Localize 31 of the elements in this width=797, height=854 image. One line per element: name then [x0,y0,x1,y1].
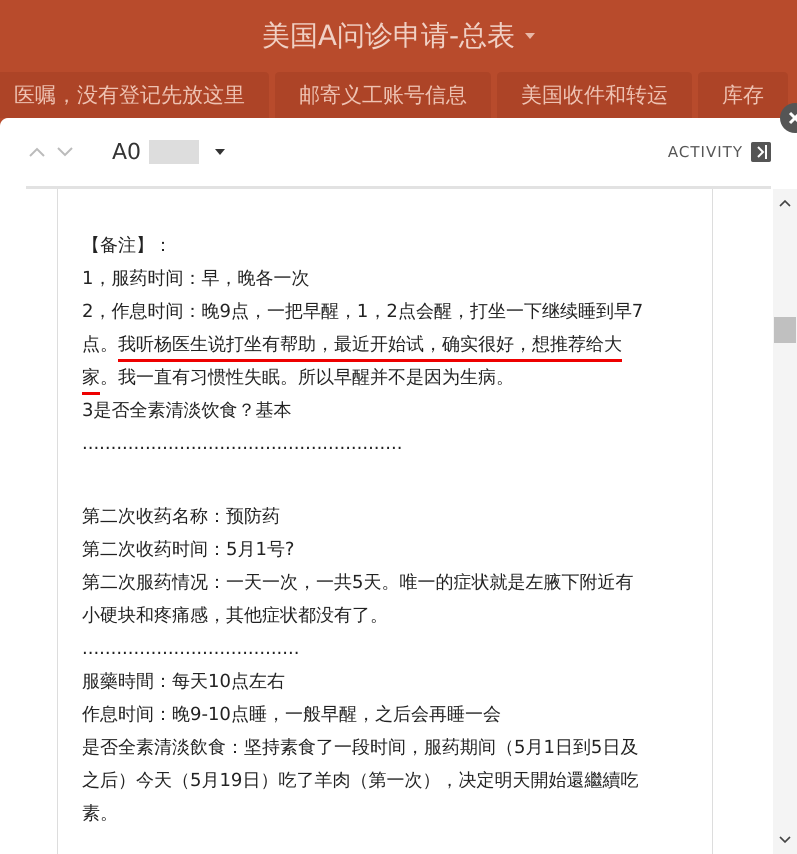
scroll-up-icon[interactable] [779,199,791,207]
panel-toggle-icon[interactable] [751,142,771,162]
caret-icon[interactable] [215,149,226,155]
redacted-block [149,140,200,164]
activity-button[interactable]: ACTIVITY [668,143,743,161]
note-line: 之后）今天（5月19日）吃了羊肉（第一次），决定明天開始還繼續吃 [82,769,640,793]
scrollbar[interactable] [773,189,797,854]
sheet-tab[interactable]: 医嘱，没有登记先放这里 [0,72,269,118]
note-line: ........................................................ [82,432,404,456]
scroll-down-icon[interactable] [779,836,791,844]
note-line: 小硬块和疼痛感，其他症状都没有了。 [82,604,389,628]
note-line: 【备注】： [82,234,173,258]
note-line: 素。 [82,802,119,826]
note-line: 2，作息时间：晚9点，一把早醒，1，2点会醒，打坐一下继续睡到早7 [82,300,644,324]
note-line: 作息时间：晚9-10点睡，一般早醒，之后会再睡一会 [82,703,502,727]
scroll-thumb[interactable] [774,317,796,343]
note-line: 服藥時間：每天10点左右 [82,670,286,694]
sheet-tab[interactable]: 美国收件和转运 [497,72,692,118]
sheet-tab[interactable]: 邮寄义工账号信息 [275,72,491,118]
note-line: 是否全素清淡飲食：坚持素食了一段时间，服药期间（5月1日到5日及 [82,736,640,760]
note-line: 第二次收药时间：5月1号? [82,538,296,562]
note-line: 1，服药时间：早，晚各一次 [82,267,310,291]
record-id: A0 [112,140,142,164]
note-line: 3是否全素清淡饮食？基本 [82,399,292,423]
note-line: 第二次收药名称：预防药 [82,505,281,529]
sheet-tab[interactable]: 库存 [698,72,788,118]
note-line: 点。我听杨医生说打坐有帮助，最近开始试，确实很好，想推荐给大 [82,328,712,361]
sheet-title[interactable]: 美国A问诊申请-总表 [262,17,516,55]
note-line: 家。我一直有习惯性失眠。所以早醒并不是因为生病。 [82,361,712,394]
note-line: 第二次服药情况：一天一次，一共5天。唯一的症状就是左腋下附近有 [82,571,634,595]
note-line: ...................................... [82,637,300,661]
